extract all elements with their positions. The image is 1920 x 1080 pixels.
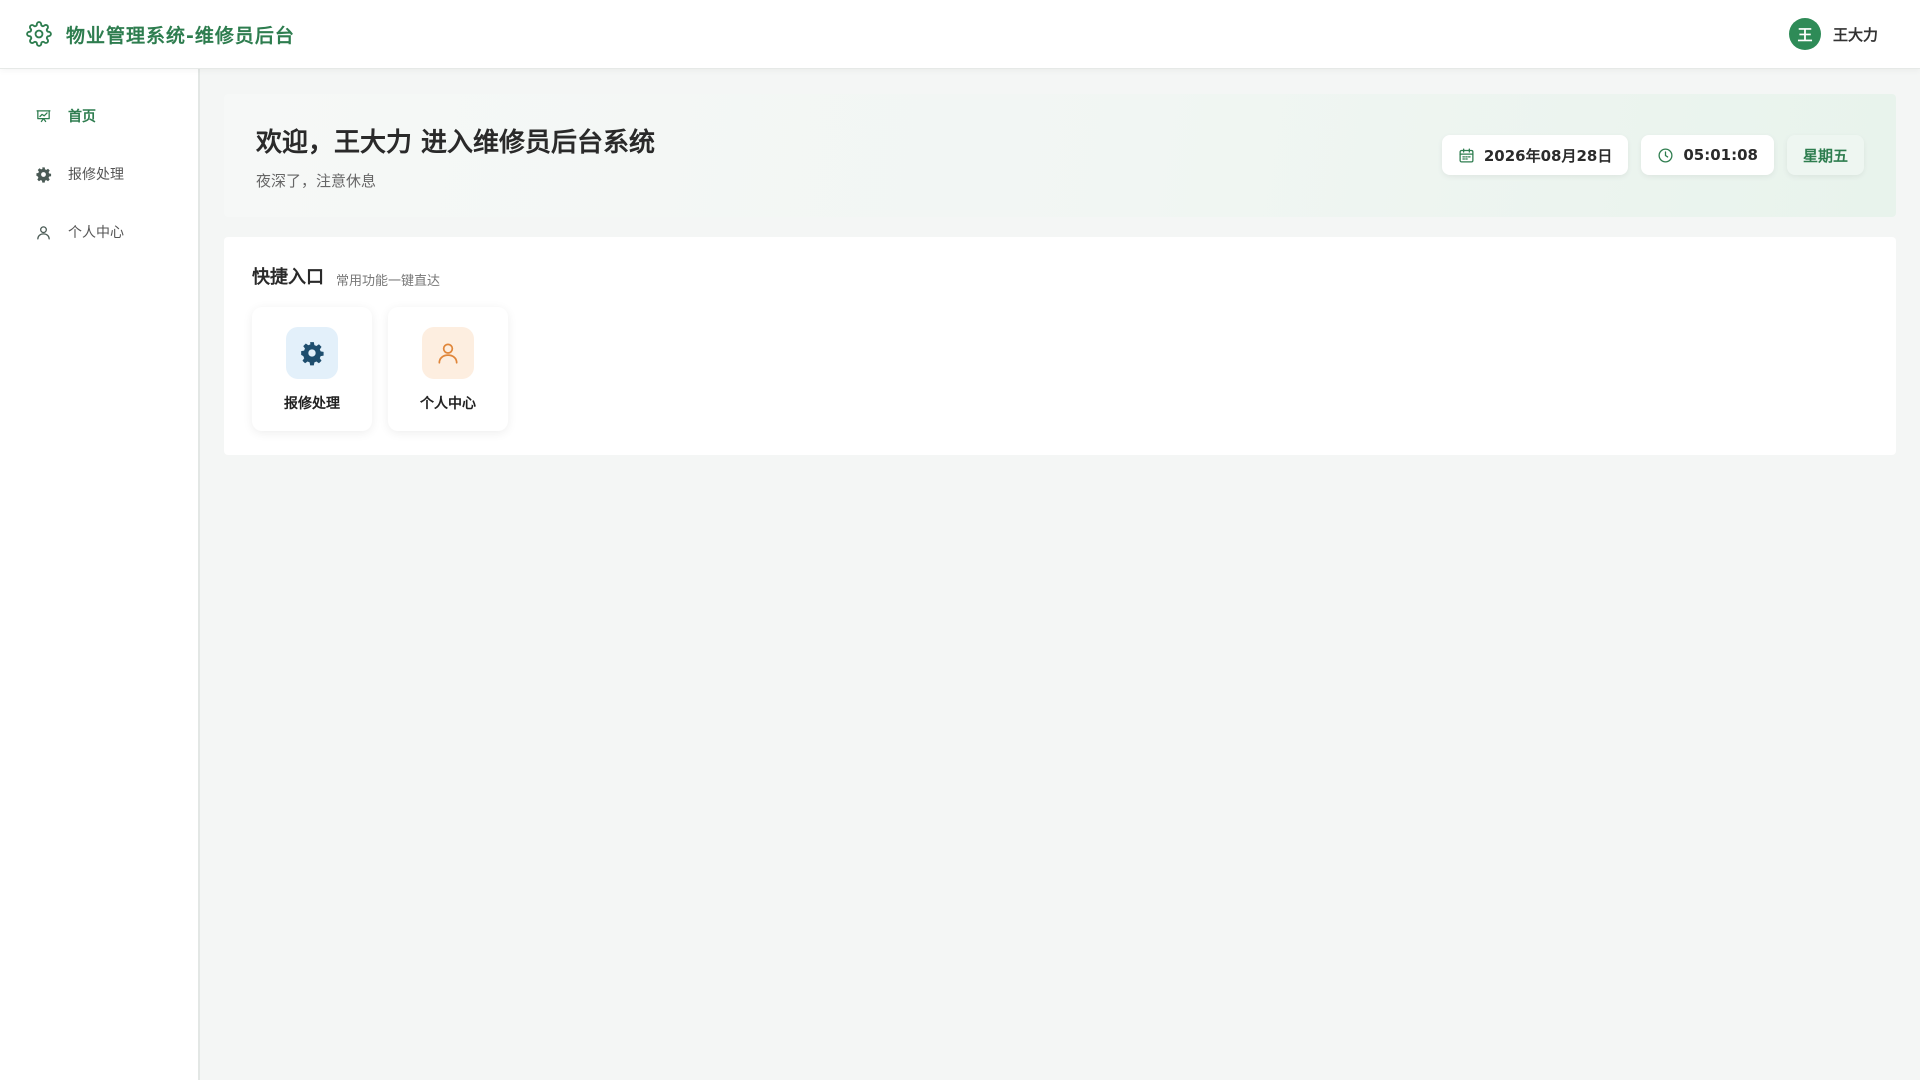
username[interactable]: 王大力: [1833, 24, 1878, 45]
sidebar-item-label: 首页: [68, 109, 96, 125]
gear-icon: [286, 327, 338, 379]
gear-icon: [26, 21, 52, 47]
quick-tile-profile[interactable]: 个人中心: [388, 307, 508, 431]
welcome-banner: 欢迎，王大力 进入维修员后台系统 夜深了，注意休息 2026年08月28日 05…: [224, 94, 1896, 217]
welcome-title: 欢迎，王大力 进入维修员后台系统: [256, 128, 656, 158]
sidebar-item-home[interactable]: 首页: [0, 87, 198, 145]
weekday-text: 星期五: [1802, 146, 1848, 165]
gear-icon: [34, 165, 52, 183]
clock-icon: [1657, 147, 1674, 164]
top-header: 物业管理系统-维修员后台 王 王大力: [0, 0, 1920, 69]
date-chip: 2026年08月28日: [1441, 135, 1629, 175]
calendar-icon: [1458, 147, 1475, 164]
brand[interactable]: 物业管理系统-维修员后台: [26, 21, 295, 48]
user-icon: [422, 327, 474, 379]
time-chip: 05:01:08: [1641, 135, 1774, 175]
quick-entry-subtitle: 常用功能一键直达: [336, 274, 441, 289]
sidebar-item-label: 个人中心: [68, 225, 124, 241]
sidebar: 首页 报修处理 个人中心: [0, 69, 200, 1080]
sidebar-item-repair[interactable]: 报修处理: [0, 145, 198, 203]
sidebar-item-profile[interactable]: 个人中心: [0, 203, 198, 261]
app-title: 物业管理系统-维修员后台: [66, 24, 295, 47]
quick-entry-panel: 快捷入口 常用功能一键直达 报修处理 个人中心: [224, 237, 1896, 455]
date-text: 2026年08月28日: [1483, 146, 1613, 165]
sidebar-item-label: 报修处理: [68, 167, 124, 183]
welcome-subtitle: 夜深了，注意休息: [256, 172, 377, 190]
quick-tile-label: 报修处理: [284, 396, 340, 412]
quick-tile-label: 个人中心: [420, 396, 476, 412]
avatar[interactable]: 王: [1788, 18, 1821, 50]
presentation-chart-icon: [34, 107, 52, 125]
time-text: 05:01:08: [1683, 146, 1758, 164]
user-menu[interactable]: 王 王大力: [1788, 18, 1878, 50]
quick-tile-repair[interactable]: 报修处理: [252, 307, 372, 431]
quick-entry-title: 快捷入口: [252, 267, 324, 288]
user-icon: [34, 223, 52, 241]
quick-tiles: 报修处理 个人中心: [252, 307, 508, 431]
weekday-chip: 星期五: [1786, 135, 1864, 175]
datetime-chips: 2026年08月28日 05:01:08 星期五: [1441, 135, 1864, 175]
